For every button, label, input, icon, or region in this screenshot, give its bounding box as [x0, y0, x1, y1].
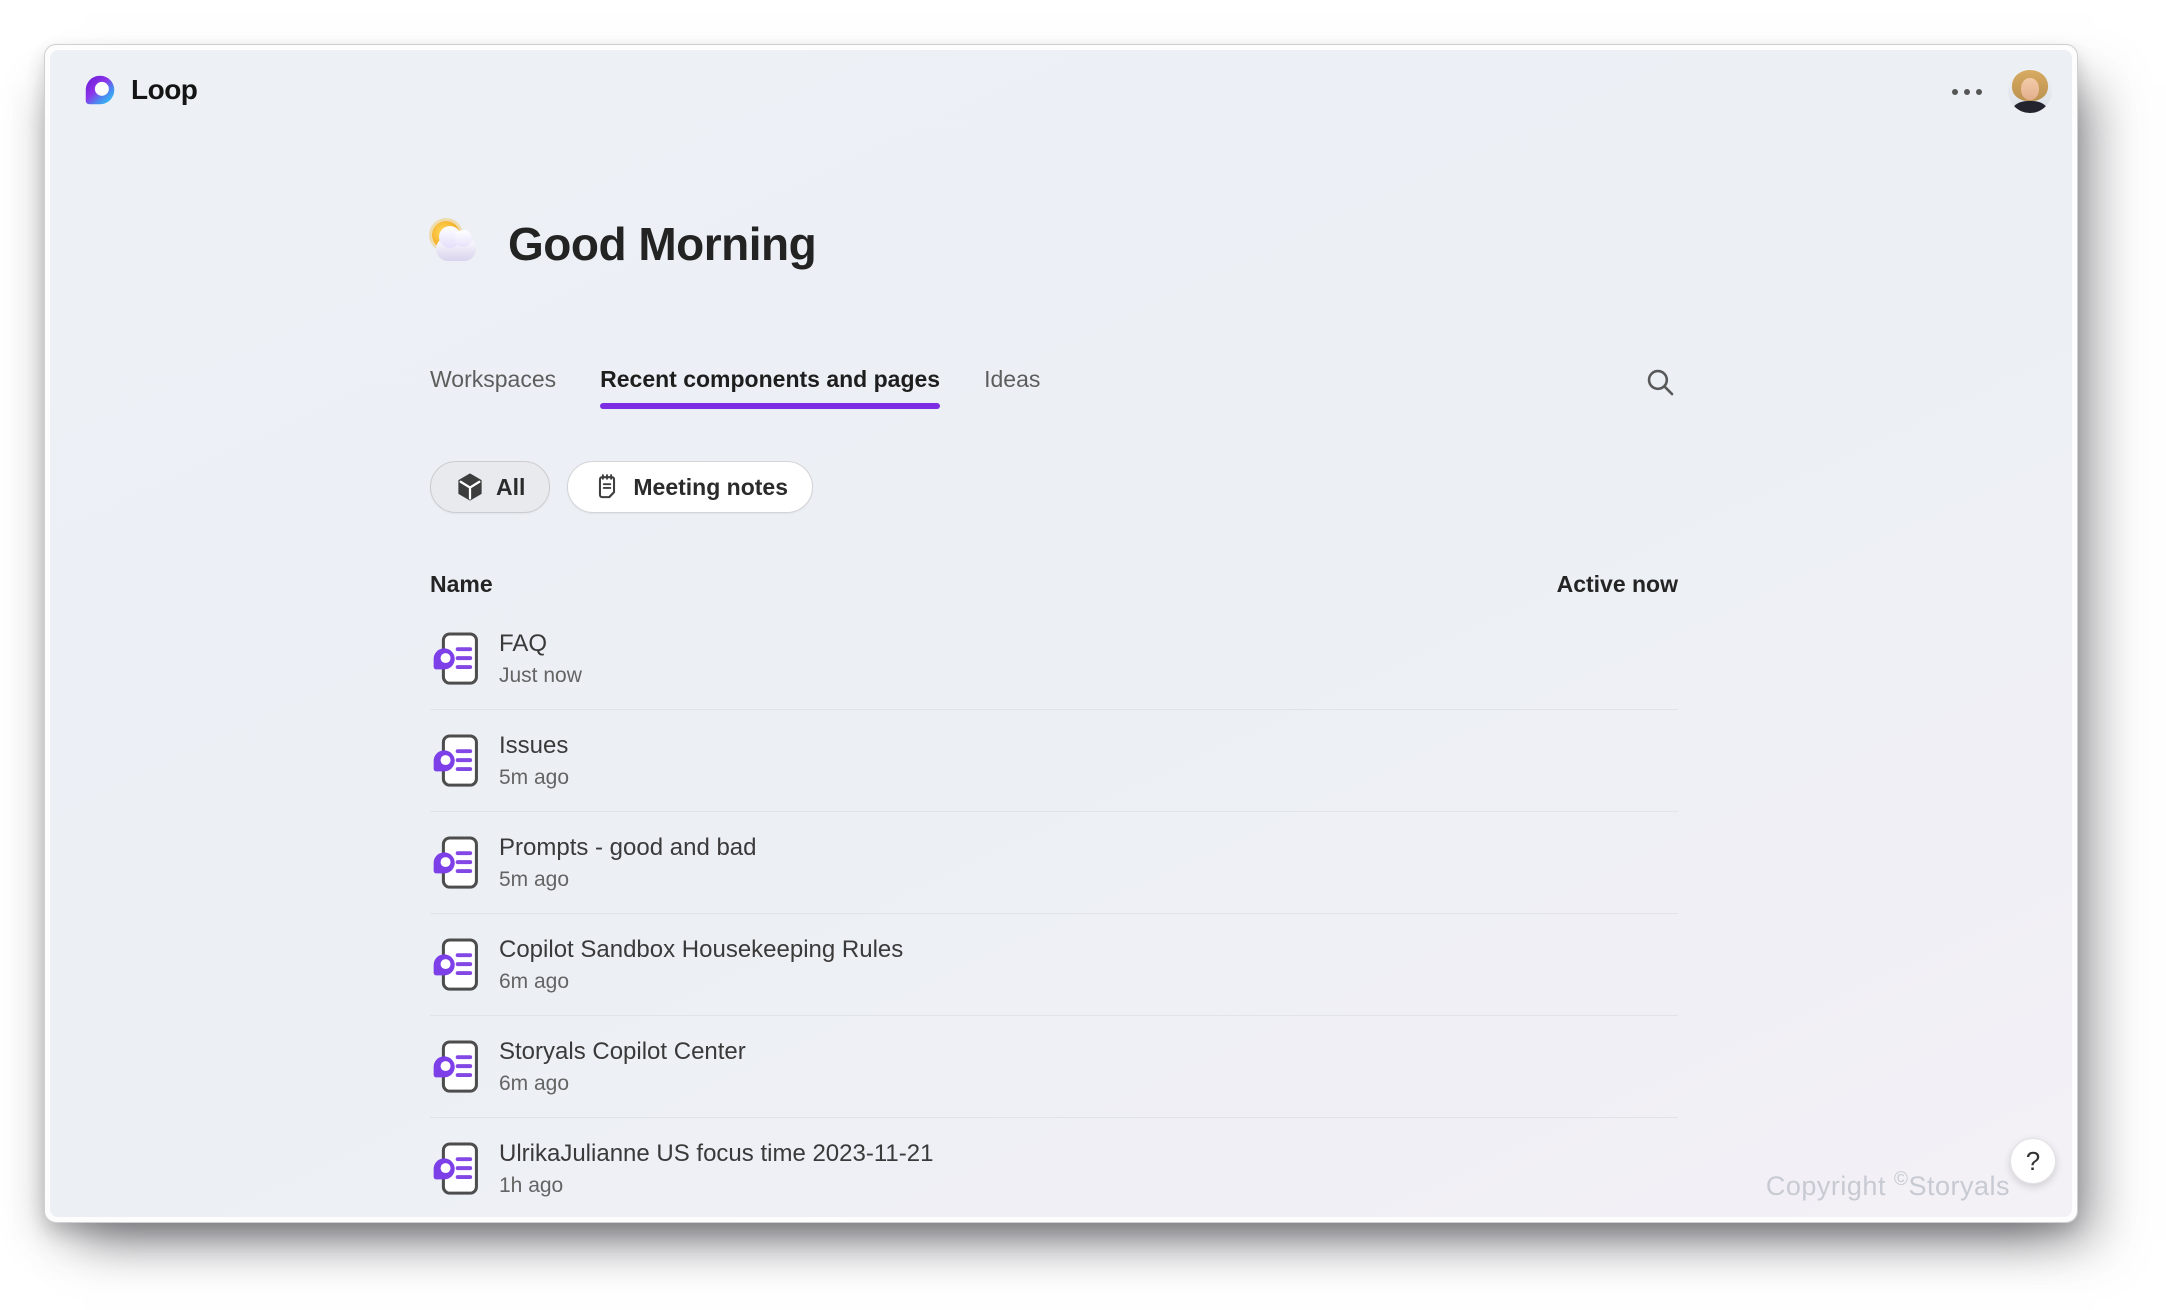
list-item[interactable]: FAQ Just now [430, 608, 1678, 710]
row-time: 1h ago [499, 1174, 933, 1198]
ellipsis-icon [1952, 89, 1958, 95]
notepad-icon [592, 472, 622, 502]
app-surface: Loop Good Morning Workspaces Recent comp… [50, 50, 2072, 1217]
row-title: Issues [499, 732, 569, 760]
row-time: Just now [499, 664, 582, 688]
loop-page-icon [430, 630, 480, 688]
cube-icon [455, 472, 485, 502]
tab-recent-components-and-pages[interactable]: Recent components and pages [600, 366, 940, 409]
copyright-watermark: Copyright ©Storyals [1766, 1169, 2010, 1202]
list-item[interactable]: Copilot Sandbox Housekeeping Rules 6m ag… [430, 914, 1678, 1016]
list-item[interactable]: Storyals Copilot Center 6m ago [430, 1016, 1678, 1118]
recent-list: FAQ Just now Issues 5m ago [430, 608, 1678, 1217]
loop-logo-icon [82, 72, 118, 108]
loop-page-icon [430, 834, 480, 892]
page-title: Good Morning [508, 217, 816, 271]
filter-chip-label: All [496, 474, 525, 501]
list-item[interactable]: Issues 5m ago [430, 710, 1678, 812]
row-title: FAQ [499, 630, 582, 658]
list-item[interactable]: Prompts - good and bad 5m ago [430, 812, 1678, 914]
row-time: 5m ago [499, 766, 569, 790]
sun-behind-cloud-icon [430, 219, 482, 269]
filter-chips: All Meeting notes [430, 461, 1678, 513]
search-button[interactable] [1642, 364, 1678, 400]
avatar-body [2013, 101, 2047, 113]
tabs: Workspaces Recent components and pages I… [430, 366, 1040, 409]
avatar-face [2021, 78, 2039, 100]
list-header: Name Active now [430, 571, 1678, 598]
avatar[interactable] [2008, 69, 2052, 113]
filter-chip-all[interactable]: All [430, 461, 550, 513]
filter-chip-label: Meeting notes [633, 474, 788, 501]
loop-page-icon [430, 936, 480, 994]
tab-ideas[interactable]: Ideas [984, 366, 1040, 409]
row-time: 6m ago [499, 970, 903, 994]
row-title: Storyals Copilot Center [499, 1038, 746, 1066]
help-button[interactable]: ? [2010, 1138, 2056, 1184]
row-title: Copilot Sandbox Housekeeping Rules [499, 936, 903, 964]
more-options-button[interactable] [1947, 76, 1987, 108]
tabs-row: Workspaces Recent components and pages I… [430, 366, 1678, 409]
row-title: UlrikaJulianne US focus time 2023-11-21 [499, 1140, 933, 1168]
search-icon [1644, 366, 1677, 399]
greeting: Good Morning [430, 214, 1678, 274]
app-title: Loop [131, 74, 197, 106]
loop-app-window: Loop Good Morning Workspaces Recent comp… [44, 44, 2078, 1223]
row-title: Prompts - good and bad [499, 834, 757, 862]
row-time: 5m ago [499, 868, 757, 892]
name-column-header: Name [430, 571, 493, 598]
tab-workspaces[interactable]: Workspaces [430, 366, 556, 409]
loop-page-icon [430, 732, 480, 790]
copyright-symbol: © [1894, 1169, 1909, 1190]
row-time: 6m ago [499, 1072, 746, 1096]
app-brand: Loop [82, 72, 197, 108]
filter-chip-meeting-notes[interactable]: Meeting notes [567, 461, 813, 513]
active-now-column-header: Active now [1557, 571, 1678, 598]
list-item[interactable]: UlrikaJulianne US focus time 2023-11-21 … [430, 1118, 1678, 1217]
loop-page-icon [430, 1140, 480, 1198]
loop-page-icon [430, 1038, 480, 1096]
main-content: Good Morning Workspaces Recent component… [430, 50, 1678, 1217]
question-mark-icon: ? [2026, 1146, 2040, 1177]
